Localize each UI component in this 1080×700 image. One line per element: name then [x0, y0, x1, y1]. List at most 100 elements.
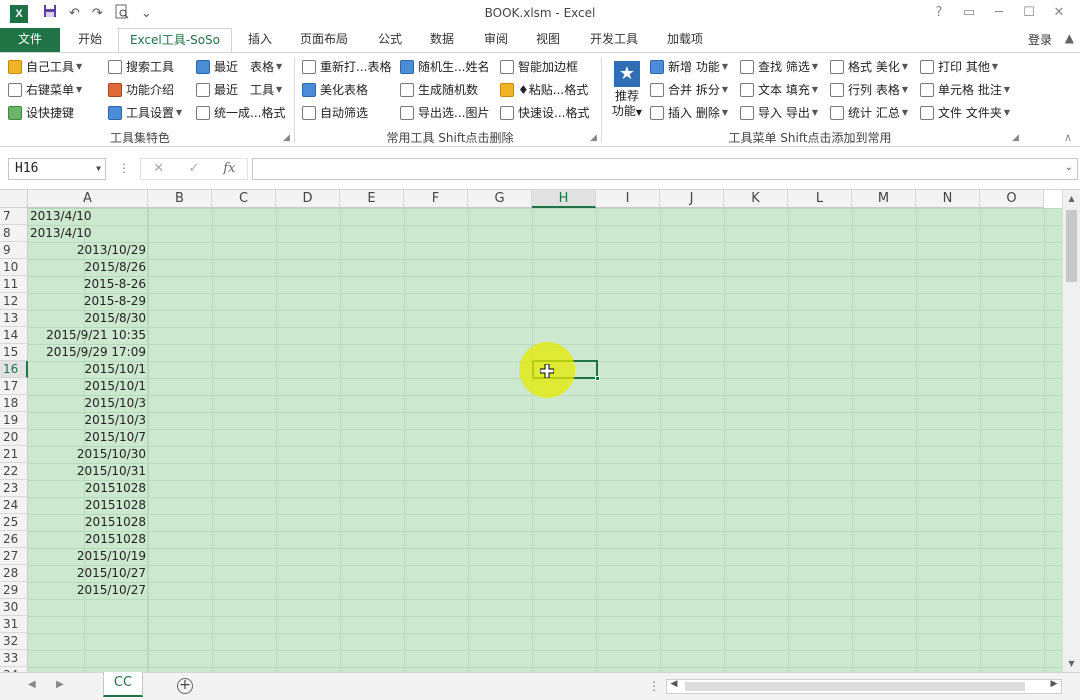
scroll-up-icon[interactable]: ▲ — [1065, 31, 1074, 45]
tab-review[interactable]: 审阅 — [476, 28, 516, 52]
scroll-down-icon[interactable]: ▼ — [1063, 655, 1080, 672]
row-header[interactable]: 19 — [0, 412, 28, 429]
name-box[interactable]: H16 ▼ — [8, 158, 106, 180]
row-header[interactable]: 20 — [0, 429, 28, 446]
row-header[interactable]: 17 — [0, 378, 28, 395]
cell-a[interactable]: 2015/10/3 — [28, 395, 148, 412]
formula-input[interactable]: ⌄ — [252, 158, 1078, 180]
cell-a[interactable] — [28, 599, 148, 616]
row-header[interactable]: 27 — [0, 548, 28, 565]
dialog-launcher-icon[interactable]: ◢ — [1012, 133, 1019, 143]
column-header-e[interactable]: E — [340, 190, 404, 208]
cell-a[interactable]: 20151028 — [28, 514, 148, 531]
text-fill-menu[interactable]: 文本 填充 ▼ — [740, 80, 818, 100]
horizontal-scrollbar[interactable]: ◀ ▶ — [666, 679, 1062, 694]
scroll-right-icon[interactable]: ▶ — [1047, 679, 1061, 689]
tab-developer[interactable]: 开发工具 — [582, 28, 646, 52]
chevron-down-icon[interactable]: ▼ — [96, 159, 101, 179]
insert-delete-menu[interactable]: 插入 删除 ▼ — [650, 103, 728, 123]
auto-filter-button[interactable]: 自动筛选 — [302, 103, 368, 123]
tab-excel-soso[interactable]: Excel工具-SoSo — [118, 28, 232, 52]
cell-a[interactable]: 20151028 — [28, 497, 148, 514]
row-header[interactable]: 25 — [0, 514, 28, 531]
row-header[interactable]: 33 — [0, 650, 28, 667]
cell-comment-menu[interactable]: 单元格 批注 ▼ — [920, 80, 1010, 100]
sheet-prev-icon[interactable]: ◀ — [28, 679, 36, 690]
dialog-launcher-icon[interactable]: ◢ — [590, 133, 597, 143]
ribbon-display-icon[interactable]: ▭ — [954, 2, 984, 24]
fill-handle[interactable] — [595, 376, 600, 381]
unify-format-button[interactable]: 统一成...格式 — [196, 103, 285, 123]
cell-a[interactable]: 2015/10/27 — [28, 565, 148, 582]
cell-a[interactable]: 2015/10/1 — [28, 378, 148, 395]
cell-a[interactable]: 2015/10/31 — [28, 463, 148, 480]
random-number-button[interactable]: 生成随机数 — [400, 80, 478, 100]
cancel-icon[interactable]: ✕ — [141, 159, 176, 179]
row-header[interactable]: 22 — [0, 463, 28, 480]
beautify-table-button[interactable]: 美化表格 — [302, 80, 368, 100]
row-header[interactable]: 26 — [0, 531, 28, 548]
column-header-b[interactable]: B — [148, 190, 212, 208]
column-header-j[interactable]: J — [660, 190, 724, 208]
dialog-launcher-icon[interactable]: ◢ — [283, 133, 290, 143]
row-col-table-menu[interactable]: 行列 表格 ▼ — [830, 80, 908, 100]
column-header-m[interactable]: M — [852, 190, 916, 208]
cell-a[interactable]: 2015/9/21 10:35 — [28, 327, 148, 344]
maximize-icon[interactable]: ☐ — [1014, 2, 1044, 24]
row-header[interactable]: 11 — [0, 276, 28, 293]
row-header[interactable]: 7 — [0, 208, 28, 225]
format-beautify-menu[interactable]: 格式 美化 ▼ — [830, 57, 908, 77]
expand-formula-icon[interactable]: ⌄ — [1065, 162, 1073, 173]
enter-icon[interactable]: ✓ — [176, 159, 211, 179]
cell-a[interactable]: 20151028 — [28, 531, 148, 548]
search-tools-button[interactable]: 搜索工具 — [108, 57, 174, 77]
cell-a[interactable]: 2015-8-29 — [28, 293, 148, 310]
tab-file[interactable]: 文件 — [0, 28, 60, 52]
cell-a[interactable]: 2015-8-26 — [28, 276, 148, 293]
cell-a[interactable]: 2015/10/30 — [28, 446, 148, 463]
scroll-thumb[interactable] — [1066, 210, 1077, 282]
random-name-button[interactable]: 随机生...姓名 — [400, 57, 489, 77]
cell-a[interactable]: 20151028 — [28, 480, 148, 497]
stats-summary-menu[interactable]: 统计 汇总 ▼ — [830, 103, 908, 123]
row-header[interactable]: 18 — [0, 395, 28, 412]
cell-a[interactable]: 2013/4/10 — [28, 208, 148, 225]
cell-area[interactable] — [28, 208, 1062, 672]
tab-addins[interactable]: 加载项 — [658, 28, 712, 52]
column-header-f[interactable]: F — [404, 190, 468, 208]
row-header[interactable]: 13 — [0, 310, 28, 327]
merge-split-menu[interactable]: 合并 拆分 ▼ — [650, 80, 728, 100]
cell-a[interactable]: 2013/4/10 — [28, 225, 148, 242]
column-header-n[interactable]: N — [916, 190, 980, 208]
tab-page-layout[interactable]: 页面布局 — [292, 28, 356, 52]
column-header-k[interactable]: K — [724, 190, 788, 208]
cell-a[interactable]: 2015/8/26 — [28, 259, 148, 276]
row-header[interactable]: 30 — [0, 599, 28, 616]
cell-a[interactable]: 2015/10/3 — [28, 412, 148, 429]
cell-a[interactable] — [28, 616, 148, 633]
row-header[interactable]: 21 — [0, 446, 28, 463]
add-sheet-icon[interactable]: + — [177, 678, 193, 694]
row-header[interactable]: 24 — [0, 497, 28, 514]
select-all-corner[interactable] — [0, 190, 28, 208]
cell-a[interactable]: 2015/10/27 — [28, 582, 148, 599]
row-header[interactable]: 14 — [0, 327, 28, 344]
recommend-feature-button[interactable]: ★ 推荐 功能▼ — [607, 59, 647, 125]
row-header[interactable]: 15 — [0, 344, 28, 361]
cell-a[interactable]: 2015/10/1 — [28, 361, 148, 378]
recent-tools-button[interactable]: 最近 工具 ▼ — [196, 80, 282, 100]
quick-format-button[interactable]: 快速设...格式 — [500, 103, 589, 123]
minimize-icon[interactable]: ─ — [984, 2, 1014, 24]
scroll-up-icon[interactable]: ▲ — [1063, 190, 1080, 207]
vertical-scrollbar[interactable]: ▲ ▼ — [1062, 190, 1080, 672]
cell-a[interactable] — [28, 633, 148, 650]
my-tools-button[interactable]: 自己工具 ▼ — [8, 57, 82, 77]
column-header-h[interactable]: H — [532, 190, 596, 208]
smart-border-button[interactable]: 智能加边框 — [500, 57, 578, 77]
cell-a[interactable]: 2015/10/19 — [28, 548, 148, 565]
row-header[interactable]: 23 — [0, 480, 28, 497]
insert-function-icon[interactable]: fx — [212, 159, 247, 179]
import-export-menu[interactable]: 导入 导出 ▼ — [740, 103, 818, 123]
tab-formulas[interactable]: 公式 — [370, 28, 410, 52]
tab-data[interactable]: 数据 — [422, 28, 462, 52]
